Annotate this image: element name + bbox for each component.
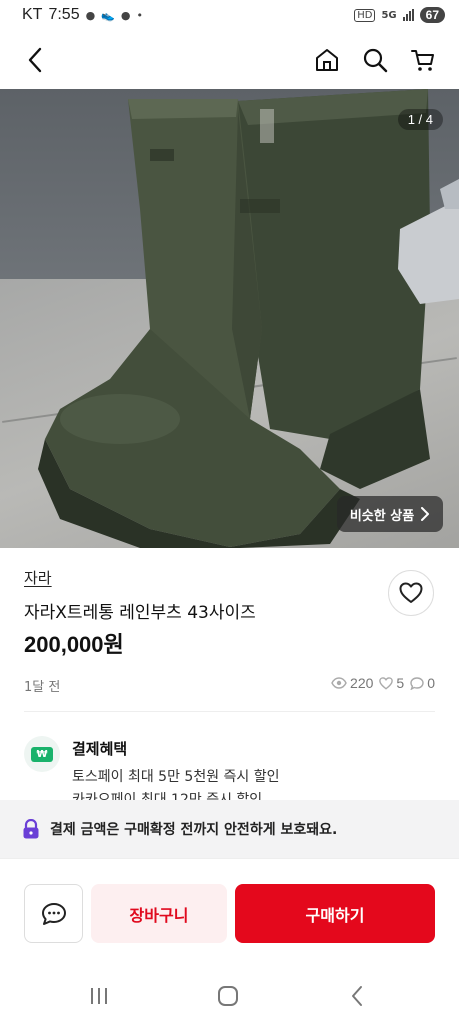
- carrier: KT: [22, 6, 43, 23]
- chevron-right-icon: [421, 507, 430, 521]
- similar-products-label: 비슷한 상품: [349, 508, 415, 524]
- benefit-line: 토스페이 최대 5만 5천원 즉시 할인: [72, 769, 280, 785]
- views-count: 220: [350, 675, 374, 691]
- benefit-line: 카카오페이 최대 12만 즉시 할인: [72, 792, 263, 800]
- brand-link[interactable]: 자라: [24, 567, 52, 588]
- comment-icon: [410, 676, 424, 690]
- signal-icon: [402, 9, 414, 21]
- cart-icon: [411, 50, 434, 71]
- product-title: 자라X트레통 레인부츠 43사이즈: [24, 603, 256, 623]
- more-notifications-icon: •: [136, 8, 144, 22]
- status-right: HD 5G 67: [354, 7, 445, 23]
- status-left: KT 7:55 ● 👟 ● •: [22, 6, 143, 24]
- likes-count: 5: [396, 675, 405, 691]
- app-header: [0, 34, 459, 86]
- search-button[interactable]: [357, 42, 393, 78]
- back-nav-icon: [352, 986, 362, 1006]
- home-nav-button[interactable]: [213, 982, 243, 1010]
- chat-notification-icon: ●: [120, 8, 131, 22]
- back-button[interactable]: [18, 42, 54, 78]
- likes-stat: 5: [379, 675, 404, 691]
- back-nav-button[interactable]: [342, 982, 372, 1010]
- home-nav-icon: [218, 986, 238, 1006]
- buy-button[interactable]: 구매하기: [235, 884, 435, 943]
- status-bar: KT 7:55 ● 👟 ● • HD 5G 67: [0, 0, 459, 30]
- chevron-left-icon: [28, 47, 42, 73]
- add-to-cart-button[interactable]: 장바구니: [91, 884, 227, 943]
- comments-stat: 0: [410, 675, 435, 691]
- product-price: 200,000원: [24, 632, 124, 657]
- chat-bubble-icon: [41, 902, 66, 925]
- home-button[interactable]: [309, 42, 345, 78]
- eye-icon: [331, 677, 347, 689]
- heart-icon: [399, 582, 423, 603]
- secure-payment-text: 결제 금액은 구매확정 전까지 안전하게 보호돼요.: [50, 822, 338, 838]
- battery-indicator: 67: [419, 7, 445, 23]
- action-bar: 장바구니 구매하기: [0, 858, 459, 968]
- product-stats: 220 5 0: [331, 675, 435, 691]
- network-label: 5G: [381, 9, 397, 21]
- recents-icon: [91, 988, 107, 1004]
- hd-icon: HD: [354, 8, 376, 22]
- home-icon: [316, 49, 338, 71]
- shoe-icon: 👟: [101, 8, 115, 22]
- benefit-title: 결제혜택: [72, 740, 128, 758]
- rain-boots-image: [38, 89, 459, 548]
- section-divider: [24, 711, 435, 712]
- photo-counter: 1 / 4: [397, 109, 443, 130]
- similar-products-button[interactable]: 비슷한 상품: [337, 496, 443, 532]
- comments-count: 0: [427, 675, 435, 691]
- product-photo[interactable]: 1 / 4: [0, 89, 459, 548]
- heart-outline-icon: [379, 676, 394, 690]
- payment-benefit-icon: ₩: [24, 736, 60, 772]
- chat-button[interactable]: [24, 884, 83, 943]
- like-button[interactable]: [388, 570, 434, 616]
- lock-icon: [23, 819, 39, 839]
- secure-payment-banner: 결제 금액은 구매확정 전까지 안전하게 보호돼요.: [0, 800, 459, 858]
- won-card-icon: ₩: [31, 746, 53, 762]
- cart-button[interactable]: [405, 42, 441, 78]
- clock: 7:55: [48, 6, 80, 23]
- posted-time: 1달 전: [24, 680, 61, 695]
- views-stat: 220: [331, 675, 373, 691]
- search-icon: [363, 48, 388, 73]
- notification-icon: ●: [85, 8, 96, 22]
- system-nav-bar: [0, 968, 459, 1024]
- recents-button[interactable]: [84, 982, 114, 1010]
